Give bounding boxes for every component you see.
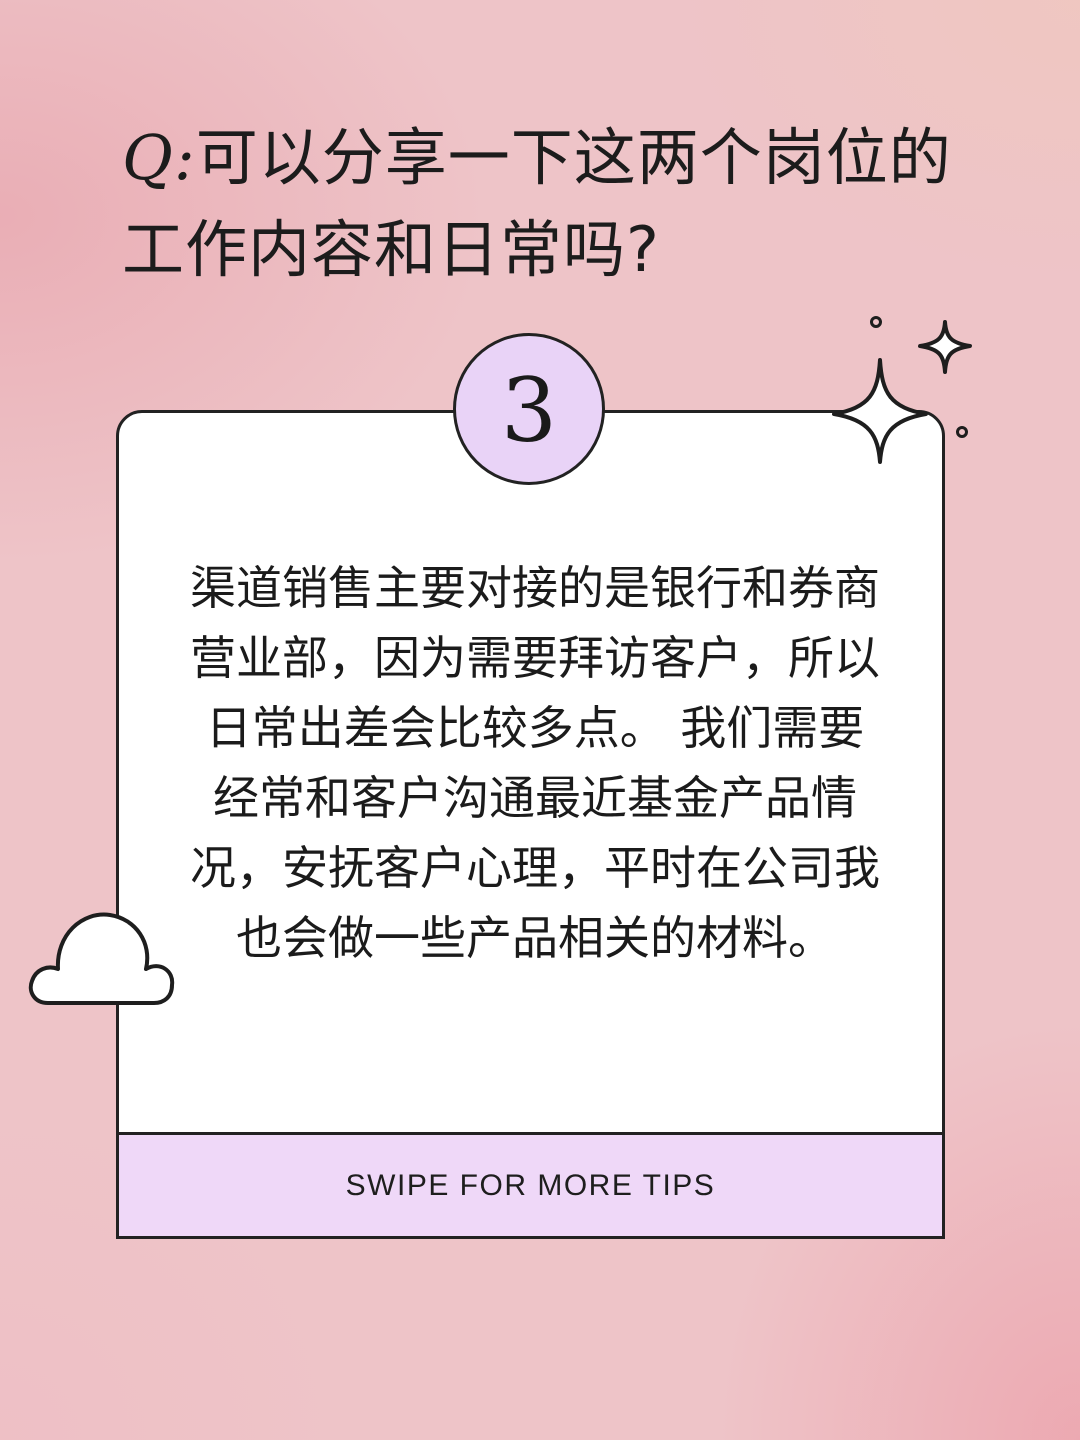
swipe-footer-label: SWIPE FOR MORE TIPS: [345, 1168, 716, 1202]
cloud-icon: [28, 912, 175, 1005]
answer-text: 渠道销售主要对接的是银行和券商营业部，因为需要拜访客户，所以日常出差会比较多点。…: [190, 561, 880, 965]
question-prefix: Q:: [122, 121, 196, 194]
answer-card: 渠道销售主要对接的是银行和券商营业部，因为需要拜访客户，所以日常出差会比较多点。…: [116, 410, 945, 1239]
question-text: 可以分享一下这两个岗位的工作内容和日常吗?: [122, 121, 952, 286]
swipe-footer[interactable]: SWIPE FOR MORE TIPS: [119, 1132, 942, 1236]
page-title: Q:可以分享一下这两个岗位的工作内容和日常吗?: [122, 112, 982, 296]
step-number-badge: 3: [453, 333, 605, 485]
step-number: 3: [501, 359, 557, 462]
sparkle-icon: [832, 316, 972, 464]
answer-card-body: 渠道销售主要对接的是银行和券商营业部，因为需要拜访客户，所以日常出差会比较多点。…: [119, 413, 942, 1135]
